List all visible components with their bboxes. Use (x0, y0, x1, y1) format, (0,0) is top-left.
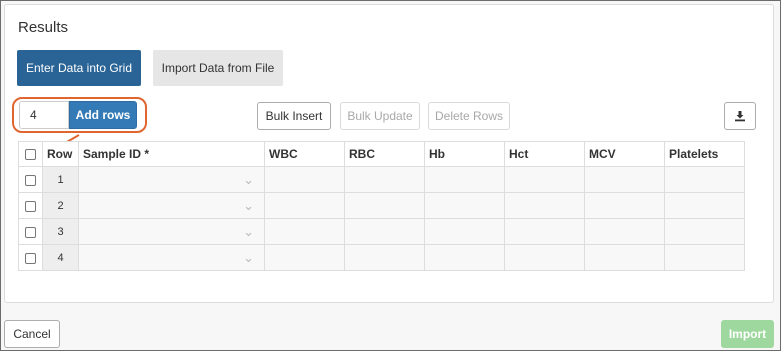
cell-wbc[interactable] (264, 192, 345, 219)
cell-mcv[interactable] (584, 192, 665, 219)
delete-rows-button[interactable]: Delete Rows (428, 102, 510, 130)
row-checkbox[interactable] (25, 252, 36, 264)
cell-platelets[interactable] (664, 166, 745, 193)
row-number: 2 (42, 192, 79, 219)
grid-header-row: Row Sample ID * WBC RBC Hb Hct MCV Plate… (18, 141, 745, 167)
cell-hct[interactable] (504, 218, 585, 245)
column-header-hct: Hct (504, 141, 585, 167)
data-grid: Row Sample ID * WBC RBC Hb Hct MCV Plate… (18, 141, 745, 271)
sample-id-select[interactable]: ⌄ (78, 218, 265, 245)
cell-hct[interactable] (504, 192, 585, 219)
sample-id-select[interactable]: ⌄ (78, 192, 265, 219)
chevron-down-icon[interactable]: ⌄ (243, 194, 254, 218)
cell-hb[interactable] (424, 192, 505, 219)
cell-rbc[interactable] (344, 192, 425, 219)
cell-hct[interactable] (504, 244, 585, 271)
column-header-wbc: WBC (264, 141, 345, 167)
cell-wbc[interactable] (264, 244, 345, 271)
panel-title: Results (18, 19, 69, 36)
tab-import-data-file[interactable]: Import Data from File (153, 50, 283, 86)
cell-mcv[interactable] (584, 218, 665, 245)
results-panel: Results Enter Data into Grid Import Data… (4, 4, 774, 303)
cancel-button[interactable]: Cancel (4, 320, 60, 348)
highlight-callout-ring (12, 97, 147, 133)
column-header-rbc: RBC (344, 141, 425, 167)
cell-mcv[interactable] (584, 166, 665, 193)
cell-mcv[interactable] (584, 244, 665, 271)
cell-hb[interactable] (424, 244, 505, 271)
column-header-hb: Hb (424, 141, 505, 167)
cell-rbc[interactable] (344, 166, 425, 193)
sample-id-select[interactable]: ⌄ (78, 244, 265, 271)
row-number: 4 (42, 244, 79, 271)
import-button[interactable]: Import (721, 320, 774, 348)
column-header-sample-id: Sample ID * (78, 141, 265, 167)
select-all-checkbox-cell[interactable] (18, 141, 43, 167)
select-all-checkbox[interactable] (25, 149, 36, 161)
row-checkbox[interactable] (25, 200, 36, 212)
row-checkbox-cell[interactable] (18, 218, 43, 245)
cell-wbc[interactable] (264, 166, 345, 193)
tab-enter-data-grid[interactable]: Enter Data into Grid (17, 50, 141, 86)
table-row: 2 ⌄ (18, 192, 745, 219)
table-row: 4 ⌄ (18, 244, 745, 271)
row-checkbox-cell[interactable] (18, 192, 43, 219)
cell-rbc[interactable] (344, 218, 425, 245)
download-icon (735, 111, 745, 122)
row-number: 3 (42, 218, 79, 245)
bulk-update-button[interactable]: Bulk Update (340, 102, 420, 130)
row-checkbox-cell[interactable] (18, 244, 43, 271)
cell-hct[interactable] (504, 166, 585, 193)
cell-wbc[interactable] (264, 218, 345, 245)
sample-id-select[interactable]: ⌄ (78, 166, 265, 193)
cell-hb[interactable] (424, 166, 505, 193)
table-row: 1 ⌄ (18, 166, 745, 193)
cell-rbc[interactable] (344, 244, 425, 271)
column-header-mcv: MCV (584, 141, 665, 167)
table-row: 3 ⌄ (18, 218, 745, 245)
chevron-down-icon[interactable]: ⌄ (243, 220, 254, 244)
column-header-row: Row (42, 141, 79, 167)
export-button[interactable] (724, 102, 756, 130)
row-number: 1 (42, 166, 79, 193)
chevron-down-icon[interactable]: ⌄ (243, 168, 254, 192)
column-header-platelets: Platelets (664, 141, 745, 167)
row-checkbox[interactable] (25, 174, 36, 186)
row-checkbox-cell[interactable] (18, 166, 43, 193)
bulk-insert-button[interactable]: Bulk Insert (257, 102, 331, 130)
cell-platelets[interactable] (664, 192, 745, 219)
cell-platelets[interactable] (664, 218, 745, 245)
cell-platelets[interactable] (664, 244, 745, 271)
cell-hb[interactable] (424, 218, 505, 245)
row-checkbox[interactable] (25, 226, 36, 238)
chevron-down-icon[interactable]: ⌄ (243, 246, 254, 270)
